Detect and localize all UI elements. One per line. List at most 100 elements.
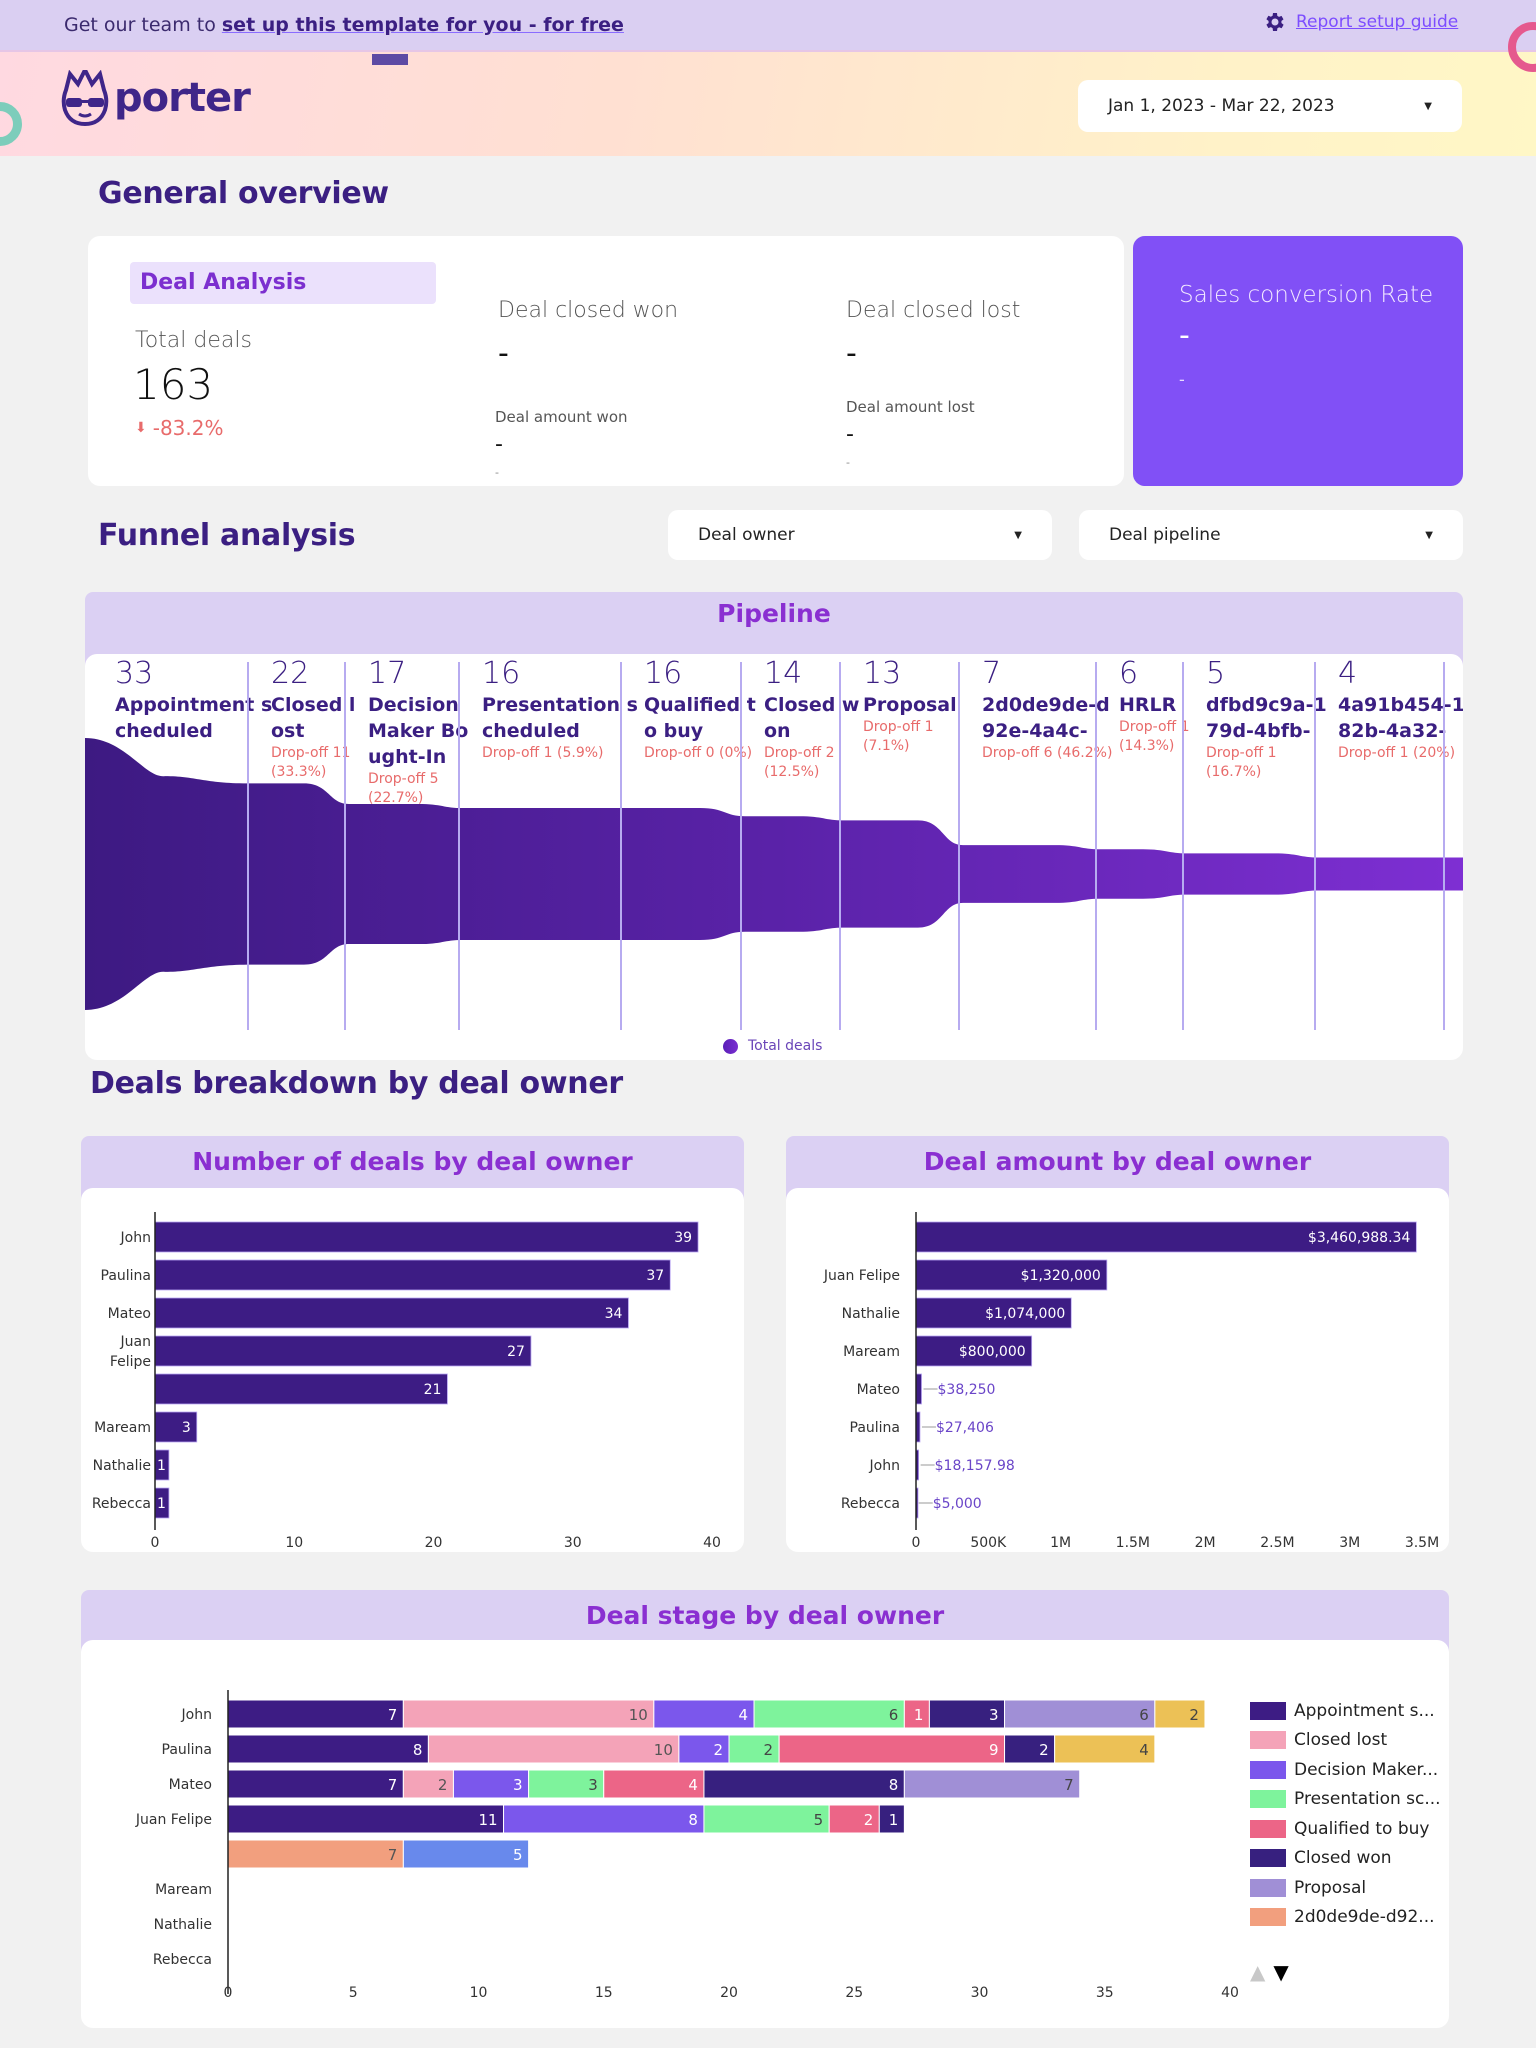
- deals-count-chart-svg: 39 John 37 Paulina 34 Mateo 27 Juan Felipe 21 3 Mar…: [92, 1212, 721, 1551]
- x-tick-label: 15: [595, 1985, 613, 2001]
- legend-item[interactable]: Decision Maker...: [1250, 1755, 1441, 1785]
- funnel-stage-name: Presentation scheduled Drop-off 1 (5.9%): [482, 692, 642, 763]
- deal-pipeline-filter[interactable]: Deal pipeline ▼: [1079, 510, 1463, 560]
- total-deals-label: Total deals: [135, 328, 252, 353]
- legend-item[interactable]: Appointment s...: [1250, 1696, 1441, 1726]
- bar-value-label: 1: [157, 1496, 166, 1512]
- funnel-stage-count: 16: [482, 656, 521, 691]
- setup-template-link[interactable]: set up this template for you - for free: [222, 14, 624, 36]
- total-deals-delta-value: -83.2%: [152, 416, 224, 440]
- legend-item[interactable]: Presentation sc...: [1250, 1785, 1441, 1815]
- section-title-deals-breakdown: Deals breakdown by deal owner: [90, 1066, 623, 1101]
- logo-wordmark: porter: [114, 75, 251, 121]
- bar-value-label: 27: [507, 1344, 525, 1360]
- legend-item[interactable]: Closed won: [1250, 1844, 1441, 1874]
- segment-value-label: 7: [388, 1846, 398, 1864]
- sales-conversion-value: -: [1179, 318, 1190, 353]
- x-tick-label: 2.5M: [1260, 1535, 1294, 1551]
- bar: [154, 1221, 699, 1253]
- date-range-value: Jan 1, 2023 - Mar 22, 2023: [1108, 96, 1335, 116]
- segment-value-label: 8: [688, 1811, 698, 1829]
- funnel-stage-label: Presentation scheduled: [482, 694, 638, 742]
- funnel-legend: Total deals: [723, 1038, 822, 1054]
- stacked-segment: [227, 1804, 505, 1834]
- legend-swatch: [1250, 1731, 1286, 1750]
- legend-prev-icon[interactable]: ▲: [1250, 1960, 1265, 1984]
- category-label: John: [869, 1458, 900, 1474]
- segment-value-label: 2: [864, 1811, 874, 1829]
- x-tick-label: 0: [224, 1985, 233, 2001]
- legend-next-icon[interactable]: ▼: [1273, 1960, 1288, 1984]
- caret-down-icon: ▼: [1014, 529, 1022, 541]
- x-tick-label: 0: [151, 1535, 160, 1551]
- funnel-stage-name: dfbd9c9a-179d-4bfb- Drop-off 1 (16.7%): [1206, 692, 1336, 782]
- funnel-stage-count: 33: [115, 656, 154, 691]
- segment-value-label: 10: [629, 1706, 648, 1724]
- funnel-stage-count: 13: [863, 656, 902, 691]
- funnel-stage-dropoff: Drop-off 1 (7.1%): [863, 719, 934, 754]
- category-label: Rebecca: [92, 1496, 151, 1512]
- category-label: Nathalie: [154, 1917, 212, 1933]
- stacked-segment: [778, 1734, 1006, 1764]
- segment-value-label: 2: [1189, 1706, 1199, 1724]
- funnel-stage-name: Qualified to buy Drop-off 0 (0%): [644, 692, 762, 763]
- bar: [154, 1335, 532, 1367]
- segment-value-label: 2: [1039, 1741, 1049, 1759]
- category-label: Rebecca: [841, 1496, 900, 1512]
- segment-value-label: 2: [713, 1741, 723, 1759]
- bar-value-label: 37: [646, 1268, 664, 1284]
- legend-item[interactable]: Qualified to buy: [1250, 1814, 1441, 1844]
- header-banner: porter Jan 1, 2023 - Mar 22, 2023 ▼: [0, 22, 1536, 156]
- bar-value-label: $3,460,988.34: [1308, 1230, 1411, 1246]
- funnel-stage-count: 6: [1119, 656, 1139, 691]
- bar-value-label: 39: [674, 1230, 692, 1246]
- segment-value-label: 4: [739, 1706, 749, 1724]
- x-tick-label: 20: [720, 1985, 738, 2001]
- segment-value-label: 2: [438, 1776, 448, 1794]
- category-label: Rebecca: [153, 1952, 212, 1968]
- funnel-stage-name: Closed lost Drop-off 11 (33.3%): [271, 692, 367, 782]
- funnel-divider: [1314, 662, 1316, 1030]
- x-tick-label: 20: [425, 1535, 443, 1551]
- deal-owner-filter[interactable]: Deal owner ▼: [668, 510, 1052, 560]
- segment-value-label: 1: [889, 1811, 899, 1829]
- stacked-segment: [753, 1699, 905, 1729]
- funnel-stage-count: 7: [982, 656, 1002, 691]
- x-tick-label: 30: [971, 1985, 989, 2001]
- deal-amount-chart: $3,460,988.34 $1,320,000 Juan Felipe $1,074…: [786, 1188, 1449, 1552]
- funnel-divider: [1095, 662, 1097, 1030]
- x-tick-label: 2M: [1195, 1535, 1216, 1551]
- deals-count-chart: 39 John 37 Paulina 34 Mateo 27 Juan Felipe 21 3 Mar…: [81, 1188, 744, 1552]
- segment-value-label: 7: [388, 1706, 398, 1724]
- funnel-divider: [740, 662, 742, 1030]
- funnel-stage-name: Closed won Drop-off 2 (12.5%): [764, 692, 861, 782]
- funnel-stage-dropoff: Drop-off 1 (5.9%): [482, 745, 604, 761]
- legend-item[interactable]: Closed lost: [1250, 1726, 1441, 1756]
- report-setup-guide-link[interactable]: Report setup guide: [1296, 12, 1458, 32]
- total-deals-value: 163: [133, 360, 214, 409]
- legend-label: Decision Maker...: [1294, 1759, 1439, 1780]
- legend-item[interactable]: Proposal: [1250, 1873, 1441, 1903]
- funnel-stage: 14 Closed won Drop-off 2 (12.5%): [764, 654, 861, 1030]
- legend-item[interactable]: 2d0de9de-d92...: [1250, 1903, 1441, 1933]
- funnel-stage-label: Proposal: [863, 694, 957, 716]
- date-range-picker[interactable]: Jan 1, 2023 - Mar 22, 2023 ▼: [1078, 80, 1462, 132]
- funnel-stage-count: 5: [1206, 656, 1226, 691]
- funnel-stage: 5 dfbd9c9a-179d-4bfb- Drop-off 1 (16.7%): [1206, 654, 1336, 1030]
- deal-stage-legend: Appointment s... Closed lost Decision Make…: [1250, 1696, 1441, 1932]
- bar: [154, 1373, 448, 1405]
- x-tick-label: 1M: [1050, 1535, 1071, 1551]
- funnel-stage-label: dfbd9c9a-179d-4bfb-: [1206, 694, 1327, 742]
- category-label: Juan: [120, 1334, 151, 1350]
- funnel-divider: [839, 662, 841, 1030]
- legend-dot-icon: [723, 1038, 738, 1054]
- category-label: John: [181, 1707, 212, 1723]
- funnel-stage-name: HRLR Drop-off 1 (14.3%): [1119, 692, 1204, 756]
- funnel-stage-label: Closed won: [764, 694, 860, 742]
- gear-icon: [1266, 13, 1284, 31]
- funnel-stage: 17 Decision Maker Bought-In Drop-off 5 (22…: [368, 654, 480, 1030]
- stacked-segment: [227, 1769, 404, 1799]
- report-setup-guide[interactable]: Report setup guide: [1262, 10, 1458, 34]
- bar-value-label: $1,074,000: [985, 1306, 1065, 1322]
- deal-amount-won-sub: -: [495, 466, 499, 479]
